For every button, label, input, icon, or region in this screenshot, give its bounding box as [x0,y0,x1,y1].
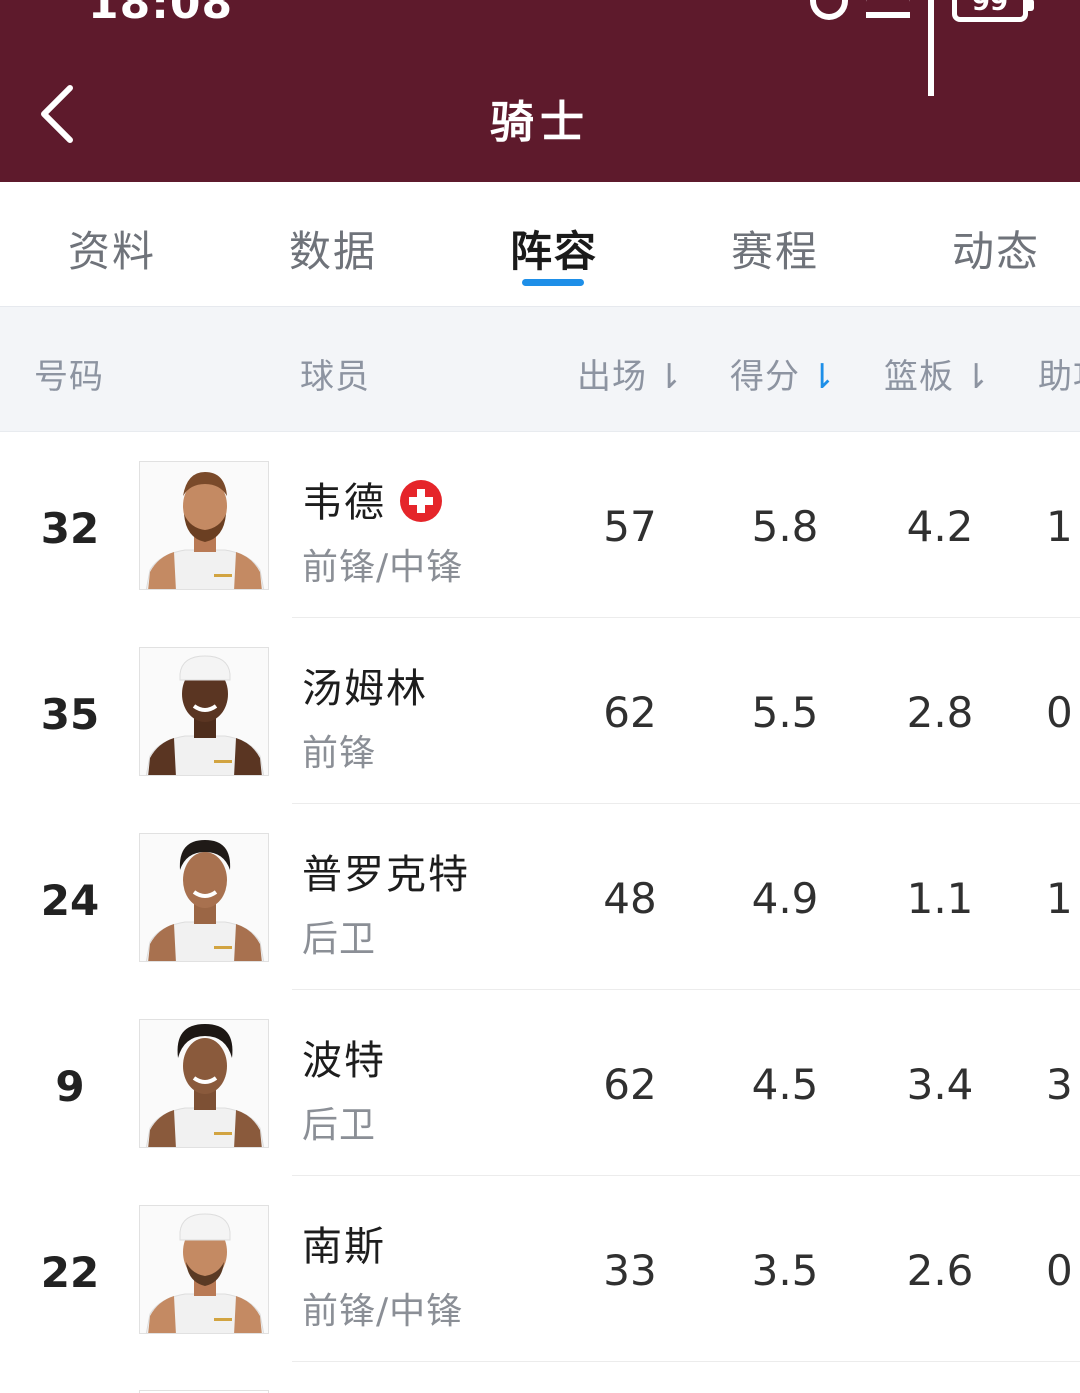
active-tab-indicator [522,279,584,286]
stat-games: 48 [603,874,657,923]
stat-games: 62 [603,1060,657,1109]
table-row[interactable]: 24 普罗克特 后卫 48 4.9 1.1 1 [0,804,1080,990]
column-header-games-label: 出场 [577,357,647,397]
column-header-player: 球员 [300,357,370,397]
stat-assists: 0 [1046,688,1073,737]
player-name: 普罗克特 [302,852,470,898]
tab-schedule[interactable]: 赛程 [685,218,865,279]
tab-profile[interactable]: 资料 [22,218,202,279]
column-header-points-label: 得分 [730,357,800,397]
stat-points: 4.9 [751,874,819,923]
stat-games: 62 [603,688,657,737]
player-position: 后卫 [302,919,377,960]
player-photo-icon [140,1206,268,1333]
stat-rebounds: 3.4 [906,1060,974,1109]
tab-roster[interactable]: 阵容 [464,218,644,279]
column-header-games[interactable]: 出场 ⇂ [577,349,685,398]
stat-assists: 1 [1046,502,1073,551]
player-photo-icon [140,648,268,775]
player-name: 波特 [302,1038,386,1084]
player-number: 9 [55,1062,85,1111]
player-avatar [139,647,269,776]
player-avatar [139,1019,269,1148]
player-avatar [139,833,269,962]
player-number: 22 [40,1248,100,1297]
player-position: 后卫 [302,1105,377,1146]
stat-points: 5.8 [751,502,819,551]
stat-points: 3.5 [751,1246,819,1295]
stat-points: 4.5 [751,1060,819,1109]
player-name: 韦德 [302,480,386,526]
stat-games: 57 [603,502,657,551]
stat-points: 5.5 [751,688,819,737]
stat-rebounds: 4.2 [906,502,974,551]
page-title: 骑士 [490,97,590,148]
stat-assists: 0 [1046,1246,1073,1295]
player-position: 前锋/中锋 [302,1291,464,1332]
stat-rebounds: 1.1 [906,874,974,923]
sort-arrow-icon: ⇂ [655,357,685,397]
battery-icon: 99 [952,0,1034,22]
table-row[interactable]: 32 韦德 前锋/中锋 57 5.8 4.2 1 [0,432,1080,618]
alarm-icon [810,0,848,20]
player-photo-icon [140,462,268,589]
table-row[interactable]: 35 汤姆林 前锋 62 5.5 2.8 0 [0,618,1080,804]
column-header-assists[interactable]: 助攻 [1038,349,1080,398]
status-icons: 99 [810,0,1034,96]
column-header-number: 号码 [34,357,104,397]
player-number: 24 [40,876,100,925]
column-header-rebounds[interactable]: 篮板 ⇂ [884,349,992,398]
battery-level: 99 [971,0,1009,17]
signal-icon [928,0,934,96]
player-name: 南斯 [302,1224,386,1270]
tab-stats[interactable]: 数据 [243,218,423,279]
player-number: 32 [40,504,100,553]
table-row[interactable]: 9 波特 后卫 62 4.5 3.4 3 [0,990,1080,1176]
tab-bar: 资料 数据 阵容 赛程 动态 [0,182,1080,307]
sort-arrow-icon: ⇂ [962,357,992,397]
player-position: 前锋 [302,733,377,774]
row-divider [292,1361,1080,1362]
player-photo-icon [140,1020,268,1147]
injury-badge-icon [400,480,442,522]
player-name: 汤姆林 [302,666,428,712]
player-name-line: 韦德 [302,470,442,528]
column-header-rebounds-label: 篮板 [884,357,954,397]
column-header-assists-label: 助攻 [1038,357,1080,397]
tab-news[interactable]: 动态 [906,218,1080,279]
stat-assists: 3 [1046,1060,1073,1109]
roster-table-body: 32 韦德 前锋/中锋 57 5.8 4.2 1 35 汤姆林 前锋 62 5.… [0,432,1080,1362]
roster-table-header: 号码 球员 出场⇂ 得分⇂ 篮板⇂ 助攻 [0,307,1080,432]
player-photo-icon [140,834,268,961]
wifi-icon [866,0,910,18]
stat-games: 33 [603,1246,657,1295]
player-avatar [139,461,269,590]
player-number: 35 [40,690,100,739]
status-time: 18:08 [88,0,234,29]
player-position: 前锋/中锋 [302,547,464,588]
app-header: 18:08 99 骑士 [0,0,1080,182]
table-row[interactable]: 22 南斯 前锋/中锋 33 3.5 2.6 0 [0,1176,1080,1362]
player-avatar [139,1205,269,1334]
sort-arrow-active-icon: ⇂ [808,357,838,397]
column-header-points[interactable]: 得分 ⇂ [730,349,838,398]
stat-rebounds: 2.6 [906,1246,974,1295]
stat-rebounds: 2.8 [906,688,974,737]
stat-assists: 1 [1046,874,1073,923]
